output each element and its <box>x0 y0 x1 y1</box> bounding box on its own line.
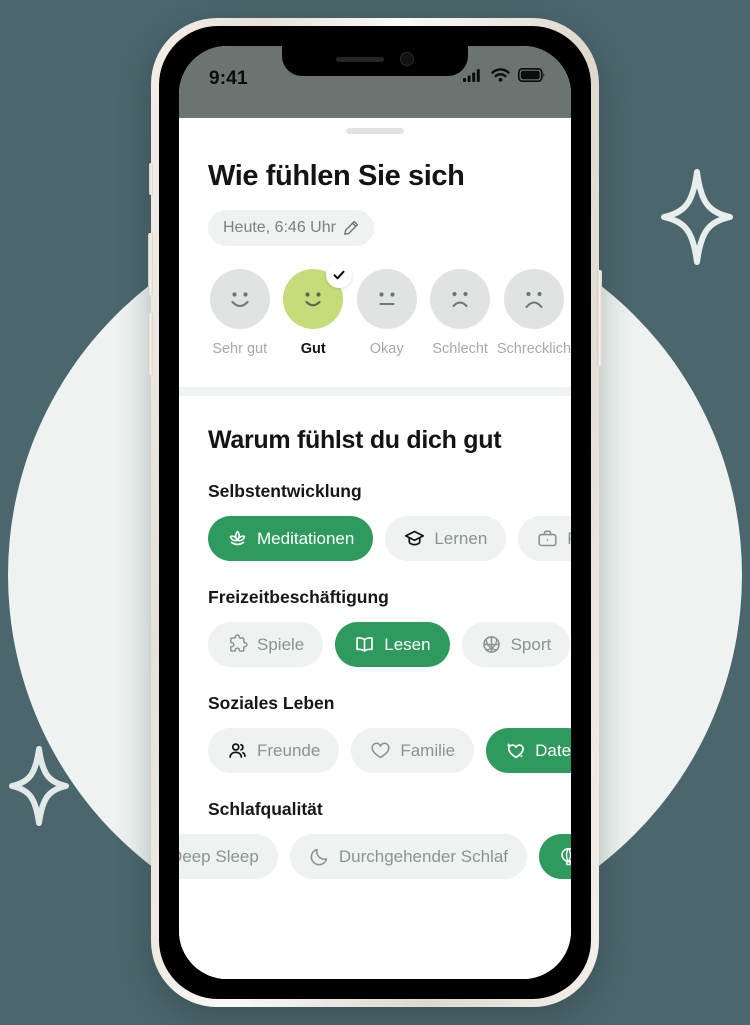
group-title: Schlafqualität <box>208 799 323 819</box>
status-bar-icons <box>463 68 545 82</box>
chip-deep-sleep[interactable]: Deep Sleep <box>179 834 278 879</box>
page-title: Wie fühlen Sie sich <box>208 160 465 192</box>
chip-label: Meditationen <box>257 528 355 548</box>
volume-down-button[interactable] <box>148 313 153 375</box>
reason-group-freizeitbeschaeftigung: Freizeitbeschäftigung Spiele Lesen Sport <box>179 587 571 667</box>
mood-option-sehr-gut[interactable]: Sehr gut <box>203 269 276 357</box>
mood-option-schlecht[interactable]: Schlecht <box>423 269 496 357</box>
mood-option-gut[interactable]: Gut <box>276 262 353 357</box>
reason-group-schlafqualitaet: Schlafqualität Deep Sleep <box>179 799 571 879</box>
mood-label: Okay <box>369 341 404 357</box>
chip-label: Lesen <box>384 634 431 654</box>
group-title: Soziales Leben <box>208 693 335 713</box>
chip-label: Spiele <box>257 634 305 654</box>
puzzle-icon <box>227 634 248 655</box>
mood-selector: Sehr gut Gut Okay Schlecht Schrecklich <box>203 262 571 357</box>
mood-label: Schrecklich <box>496 341 571 357</box>
chip-lesen[interactable]: Lesen <box>335 622 450 667</box>
chip-label: Date <box>535 740 571 760</box>
wifi-icon <box>491 68 510 82</box>
frown-face-icon <box>430 269 491 329</box>
slight-smile-face-icon <box>283 262 353 329</box>
date-pill[interactable]: Heute, 6:46 Uhr <box>208 210 374 246</box>
neutral-face-icon <box>356 269 417 329</box>
sparkle-icon <box>8 745 70 827</box>
people-icon <box>227 740 248 761</box>
chip-date[interactable]: Date <box>486 728 571 773</box>
chip-label: Sport <box>510 634 552 654</box>
chip-row[interactable]: Freunde Familie Date <box>179 728 571 773</box>
chip-row[interactable]: Deep Sleep Durchgehender Schlaf <box>179 834 571 879</box>
status-bar: 9:41 <box>179 46 571 118</box>
lotus-icon <box>227 528 248 549</box>
volume-up-button[interactable] <box>148 233 153 295</box>
sad-face-icon <box>503 269 564 329</box>
mood-label: Schlecht <box>432 341 488 357</box>
chip-freunde[interactable]: Freunde <box>208 728 340 773</box>
chip-row[interactable]: Meditationen Lernen <box>179 516 571 561</box>
cellular-signal-icon <box>463 68 483 82</box>
basketball-icon <box>481 634 502 655</box>
chip-gute-traeume[interactable]: Gute Träume <box>539 834 571 879</box>
chip-label: Produktiv <box>567 529 571 549</box>
graduation-cap-icon <box>404 528 425 549</box>
status-bar-time: 9:41 <box>209 68 248 89</box>
phone-screen: 9:41 Wie fühlen Sie sich Heute, 6:46 Uhr… <box>179 46 571 979</box>
group-title: Selbstentwicklung <box>208 481 362 501</box>
chip-sport[interactable]: Sport <box>461 622 571 667</box>
app-content: Wie fühlen Sie sich Heute, 6:46 Uhr Sehr… <box>179 118 571 979</box>
phone-mockup: 9:41 Wie fühlen Sie sich Heute, 6:46 Uhr… <box>148 18 602 1007</box>
mood-label: Gut <box>300 341 326 357</box>
chip-label: Freunde <box>257 740 321 760</box>
sparkle-heart-icon <box>505 740 526 761</box>
smile-face-icon <box>209 269 270 329</box>
check-icon <box>326 262 353 288</box>
reason-group-soziales-leben: Soziales Leben Freunde Familie Date <box>179 693 571 773</box>
chip-durchgehender-schlaf[interactable]: Durchgehender Schlaf <box>289 834 528 879</box>
group-title: Freizeitbeschäftigung <box>208 587 389 607</box>
earpiece-speaker <box>336 56 384 62</box>
chip-row[interactable]: Spiele Lesen Sport <box>179 622 571 667</box>
pencil-icon[interactable] <box>343 220 359 236</box>
chip-label: Familie <box>400 740 456 760</box>
scene: 9:41 Wie fühlen Sie sich Heute, 6:46 Uhr… <box>0 0 750 1025</box>
chip-label: Durchgehender Schlaf <box>338 846 509 866</box>
chip-spiele[interactable]: Spiele <box>208 622 324 667</box>
moon-icon <box>309 846 330 867</box>
battery-icon <box>518 68 545 82</box>
section-divider <box>179 387 571 396</box>
book-icon <box>354 634 375 655</box>
sheet-grabber[interactable] <box>346 128 404 134</box>
reasons-title: Warum fühlst du dich gut <box>208 426 502 454</box>
power-button[interactable] <box>597 270 602 366</box>
heart-icon <box>370 740 391 761</box>
phone-bezel: 9:41 Wie fühlen Sie sich Heute, 6:46 Uhr… <box>159 26 591 999</box>
front-camera-icon <box>400 52 414 66</box>
date-pill-label: Heute, 6:46 Uhr <box>223 219 336 236</box>
chip-familie[interactable]: Familie <box>351 728 475 773</box>
reason-group-selbstentwicklung: Selbstentwicklung Meditationen Lernen <box>179 481 571 561</box>
mood-option-schrecklich[interactable]: Schrecklich <box>497 269 571 357</box>
mute-switch[interactable] <box>149 163 153 195</box>
chip-produktiv[interactable]: Produktiv <box>518 516 571 561</box>
phone-notch <box>282 46 468 76</box>
mood-option-okay[interactable]: Okay <box>350 269 423 357</box>
chip-meditationen[interactable]: Meditationen <box>208 516 374 561</box>
sparkle-icon <box>660 168 734 266</box>
chip-label: Deep Sleep <box>179 846 259 866</box>
briefcase-icon <box>537 528 558 549</box>
chip-lernen[interactable]: Lernen <box>385 516 507 561</box>
mood-label: Sehr gut <box>212 341 268 357</box>
hot-air-balloon-icon <box>558 846 571 867</box>
chip-label: Lernen <box>434 528 488 548</box>
